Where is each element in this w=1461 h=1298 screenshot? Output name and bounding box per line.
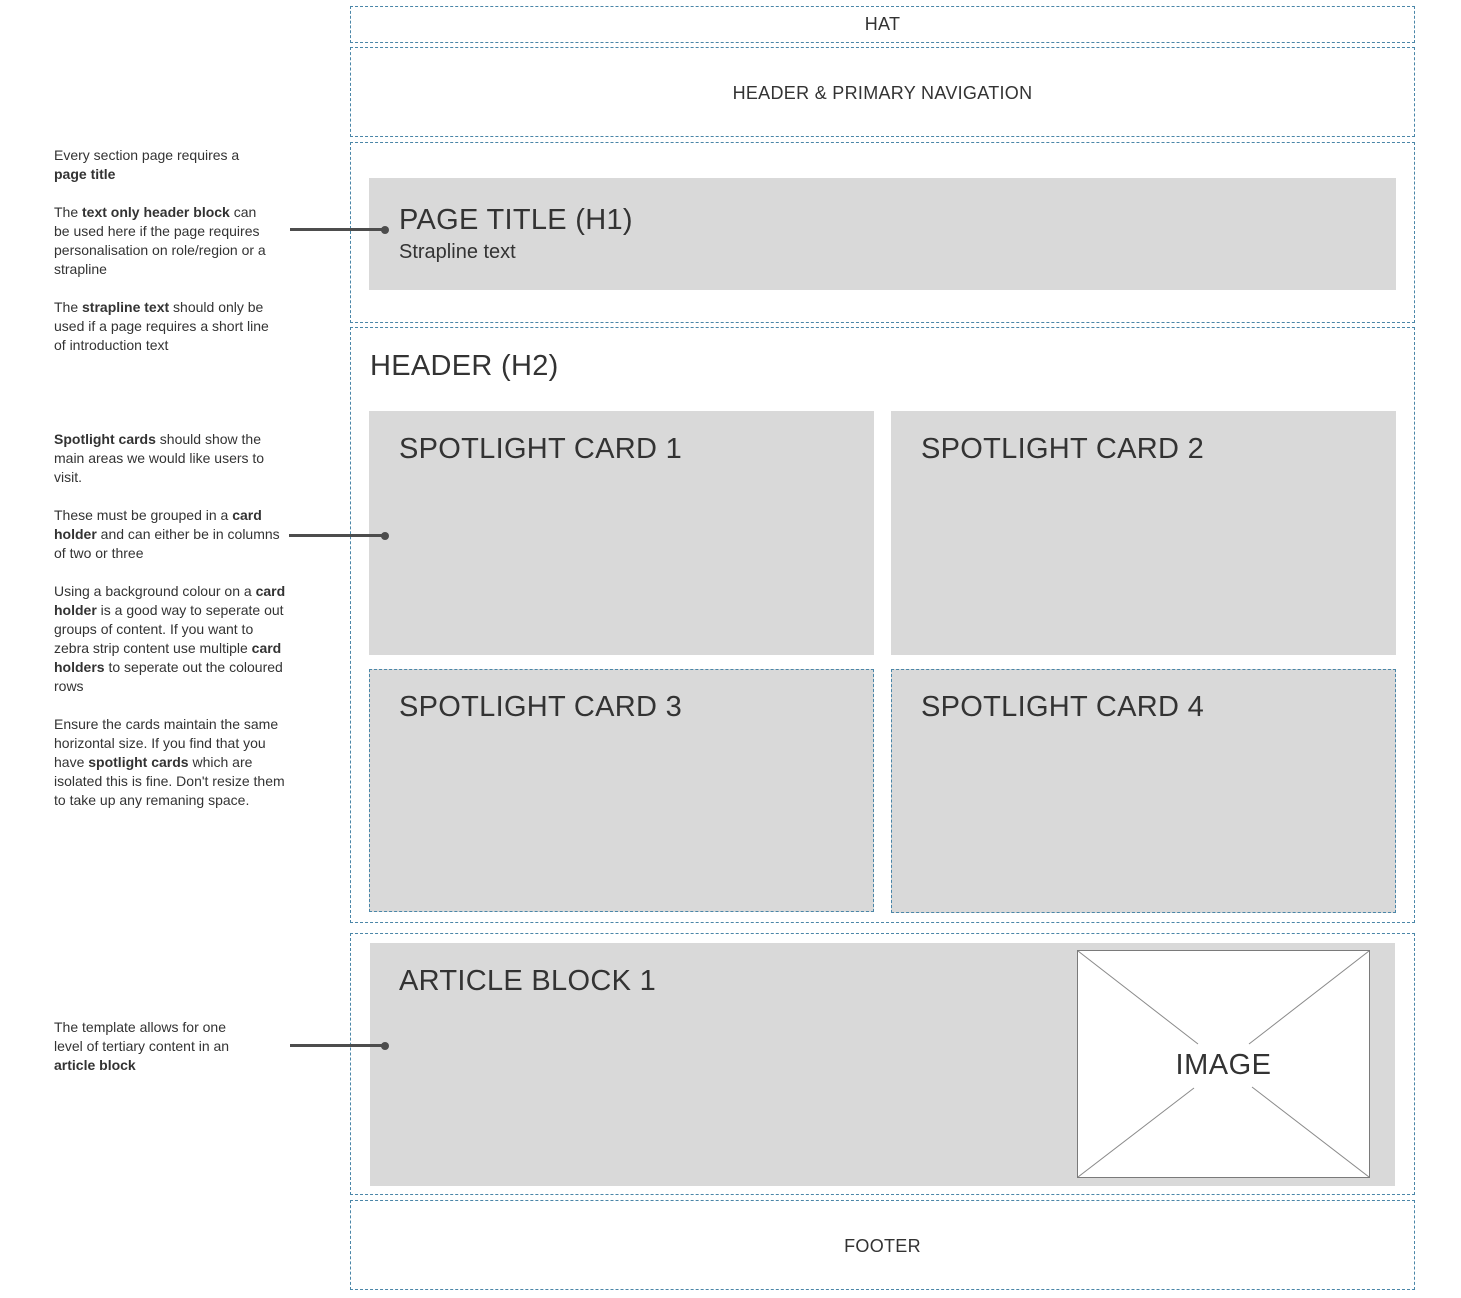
annotation-emphasis: page title [54,166,116,182]
annotation-emphasis: Spotlight cards [54,431,156,447]
annotation-text: The [54,204,83,220]
annotation-article-block: The template allows for one level of ter… [54,1018,254,1094]
annotation-paragraph: Spotlight cards should show the main are… [54,430,289,487]
connector-dot-icon [381,531,389,540]
annotation-text: Every section page requires a [54,147,240,163]
spotlight-card-3[interactable]: SPOTLIGHT CARD 3 [369,669,874,912]
spotlight-card-title: SPOTLIGHT CARD 3 [399,691,683,723]
spotlight-card-1[interactable]: SPOTLIGHT CARD 1 [369,411,874,655]
annotation-paragraph: These must be grouped in a card holder a… [54,506,289,563]
annotation-paragraph: The strapline text should only be used i… [54,298,274,355]
annotation-text: These must be grouped in a [54,507,233,523]
annotation-spotlight-cards: Spotlight cards should show the main are… [54,430,289,829]
spotlight-card-4[interactable]: SPOTLIGHT CARD 4 [891,669,1396,913]
spotlight-card-title: SPOTLIGHT CARD 1 [399,433,683,465]
annotation-emphasis: text only header block [82,204,230,220]
header-navigation-label: HEADER & PRIMARY NAVIGATION [732,83,1033,103]
connector-spotlight-cards [289,531,389,540]
strapline-text: Strapline text [399,241,516,263]
annotation-text: Using a background colour on a [54,583,256,599]
annotation-emphasis: strapline text [82,299,170,315]
text-only-header-block: PAGE TITLE (H1) Strapline text [369,178,1396,290]
connector-dot-icon [381,1041,389,1050]
hat-label: HAT [864,14,901,34]
annotation-paragraph: The text only header block can be used h… [54,203,274,279]
spotlight-card-title: SPOTLIGHT CARD 4 [921,691,1205,723]
connector-article-block [290,1041,389,1050]
hat-region: HAT [350,6,1415,43]
page-title-h1: PAGE TITLE (H1) [399,204,633,236]
image-placeholder-label: IMAGE [1175,1049,1272,1081]
annotation-emphasis: spotlight cards [88,754,189,770]
section-header-h2: HEADER (H2) [370,350,559,382]
annotation-text: The template allows for one level of ter… [54,1019,230,1054]
annotation-paragraph: Every section page requires a page title [54,146,274,184]
header-navigation-region: HEADER & PRIMARY NAVIGATION [350,47,1415,137]
annotation-paragraph: Using a background colour on a card hold… [54,582,289,696]
connector-page-title [290,225,389,234]
spotlight-card-title: SPOTLIGHT CARD 2 [921,433,1205,465]
annotation-paragraph: Ensure the cards maintain the same horiz… [54,715,289,810]
article-block-title: ARTICLE BLOCK 1 [399,965,657,997]
footer-label: FOOTER [844,1236,921,1256]
article-block-1: ARTICLE BLOCK 1 IMAGE [370,943,1395,1186]
connector-dot-icon [381,225,389,234]
spotlight-card-2[interactable]: SPOTLIGHT CARD 2 [891,411,1396,655]
annotation-text: The [54,299,83,315]
annotation-page-title: Every section page requires a page title… [54,146,274,374]
annotation-paragraph: The template allows for one level of ter… [54,1018,254,1075]
footer-region: FOOTER [350,1200,1415,1290]
annotation-emphasis: article block [54,1057,136,1073]
image-placeholder: IMAGE [1077,950,1370,1178]
